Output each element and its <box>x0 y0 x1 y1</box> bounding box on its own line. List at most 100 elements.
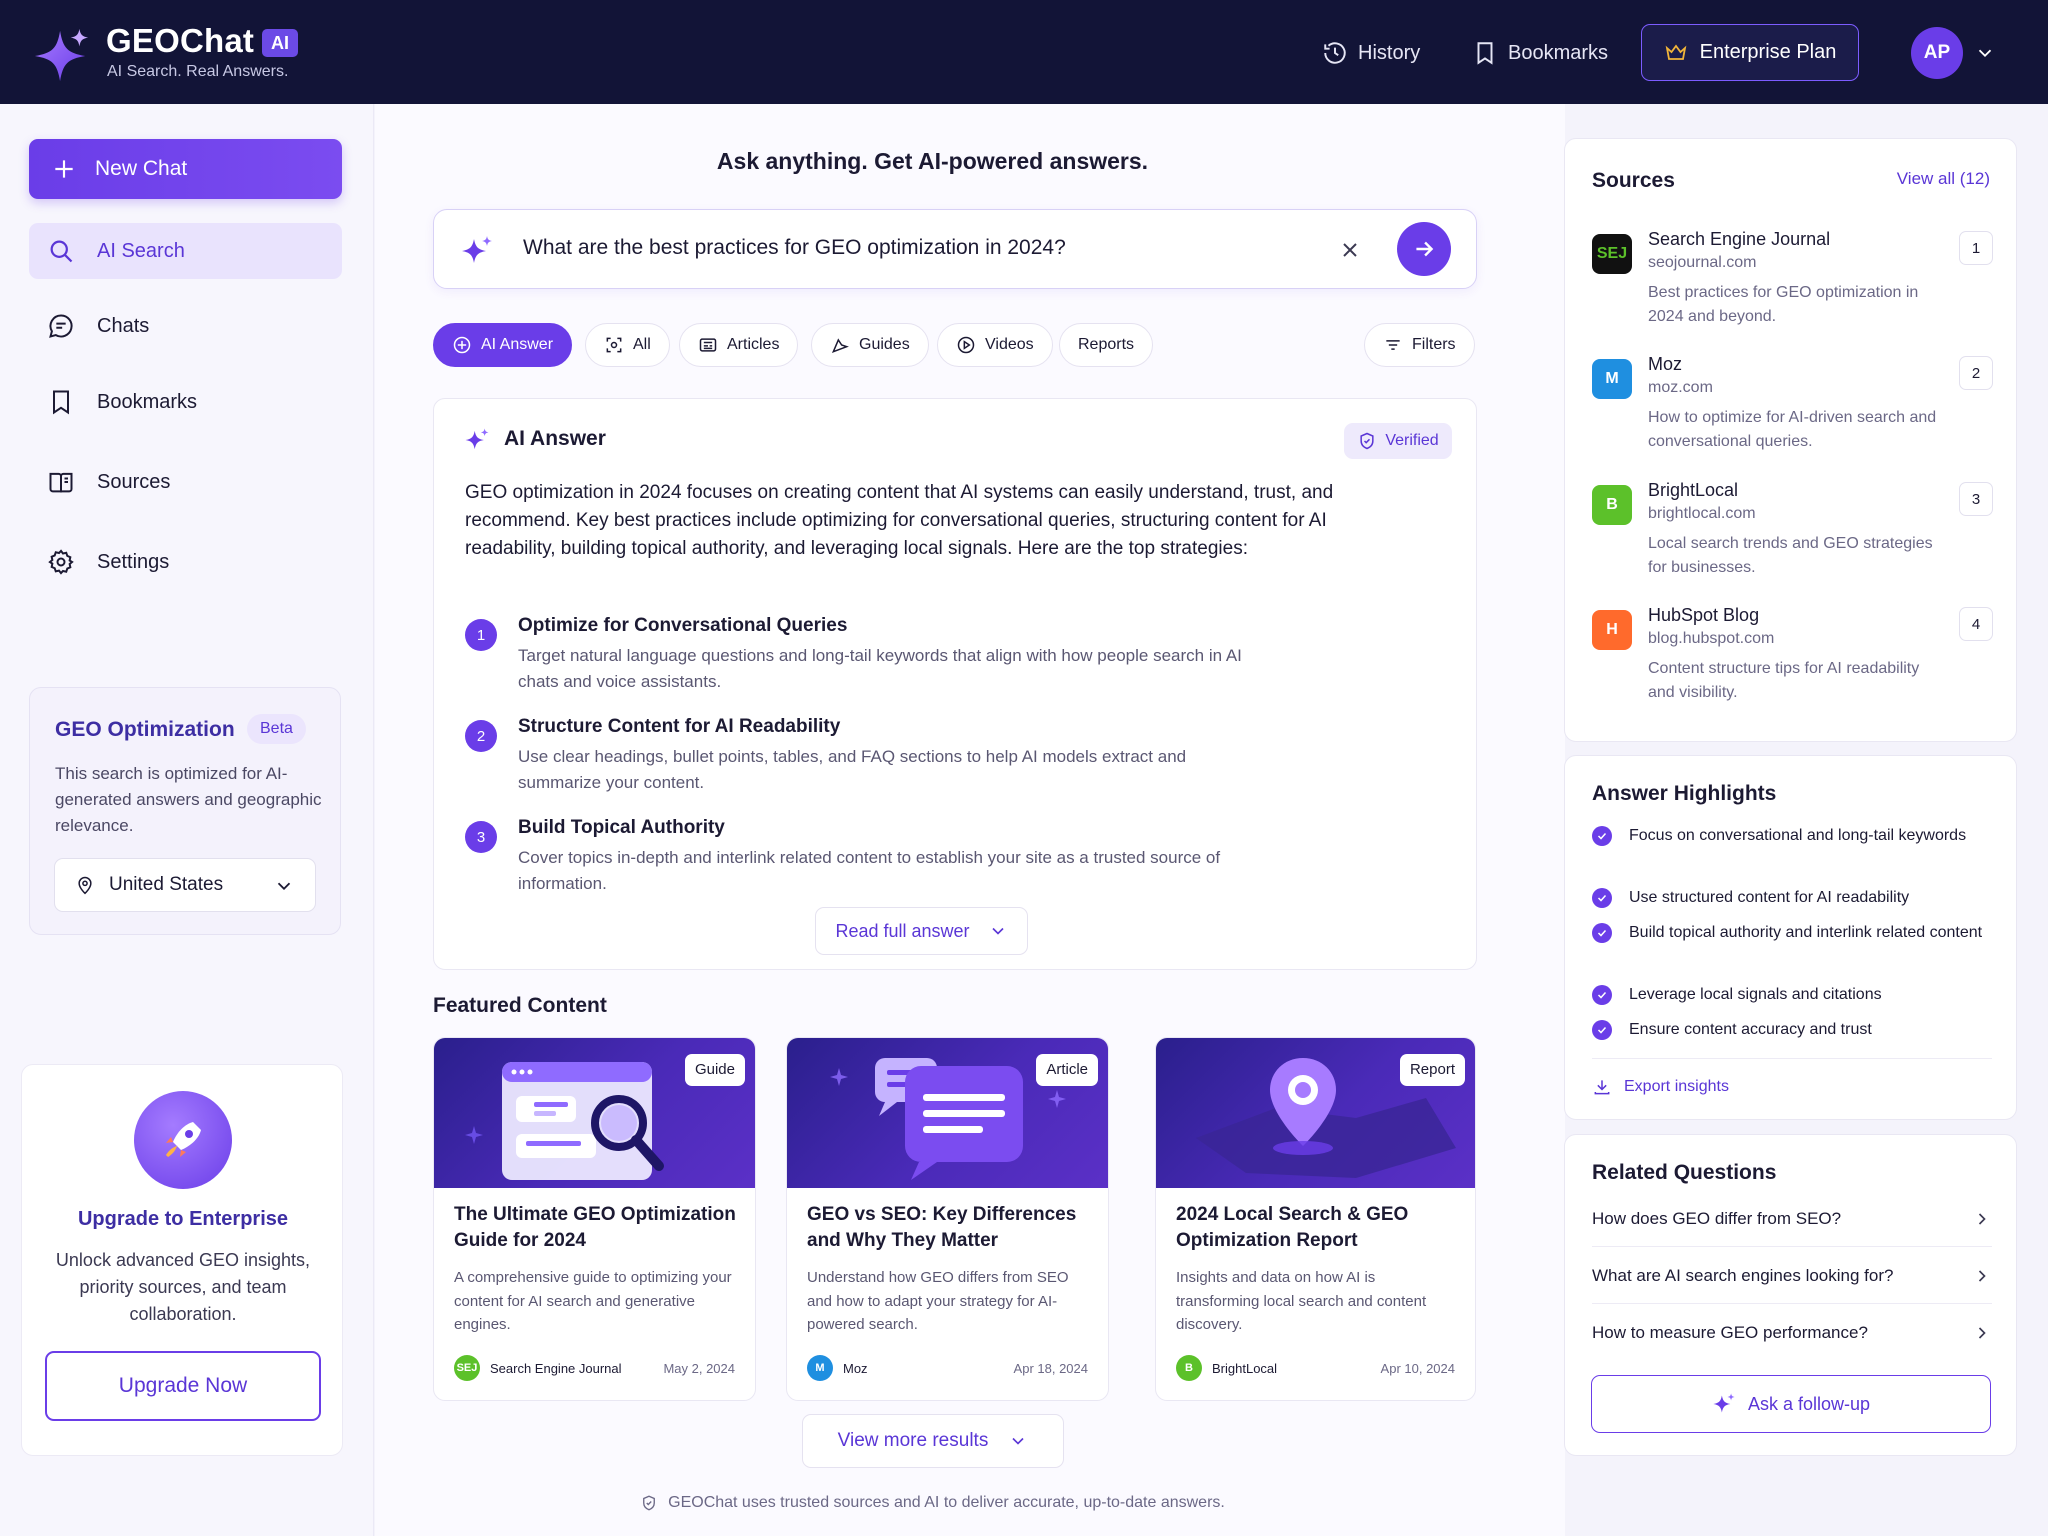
check-circle-icon <box>1592 888 1612 908</box>
view-all-sources-link[interactable]: View all (12) <box>1897 169 1990 189</box>
chevron-down-icon <box>1012 1437 1024 1445</box>
export-insights-link[interactable]: Export insights <box>1592 1077 1729 1097</box>
source-domain: moz.com <box>1648 379 1713 396</box>
source-name: BrightLocal <box>1648 480 1739 500</box>
source-item[interactable]: B BrightLocal brightlocal.com Local sear… <box>1592 480 1993 590</box>
related-question[interactable]: What are AI search engines looking for? <box>1592 1248 1992 1304</box>
location-value: United States <box>109 874 224 895</box>
history-link[interactable]: History <box>1322 36 1420 70</box>
highlight-item: Focus on conversational and long-tail ke… <box>1592 822 1992 849</box>
sources-title: Sources <box>1592 169 1675 192</box>
related-question-text: How to measure GEO performance? <box>1592 1323 1868 1342</box>
sidebar-item-chats[interactable]: Chats <box>29 298 342 354</box>
crown-icon <box>1665 44 1686 60</box>
featured-date: Apr 10, 2024 <box>1380 1361 1455 1376</box>
source-item[interactable]: SEJ Search Engine Journal seojournal.com… <box>1592 229 1993 339</box>
ai-badge: AI <box>262 29 298 57</box>
user-avatar[interactable]: AP <box>1911 27 1963 79</box>
upgrade-title: Upgrade to Enterprise <box>77 1208 289 1230</box>
compass-icon <box>831 338 849 353</box>
source-name: Search Engine Journal <box>490 1360 622 1376</box>
source-name: HubSpot Blog <box>1648 605 1760 625</box>
brand-tagline: AI Search. Real Answers. <box>107 63 289 80</box>
content-type-badge: Article <box>1036 1054 1098 1086</box>
bookmark-icon <box>53 390 69 415</box>
point-title: Build Topical Authority <box>518 817 725 838</box>
shield-check-icon <box>1360 432 1374 450</box>
featured-description: Understand how GEO differs from SEO and … <box>807 1269 1069 1333</box>
source-name: Moz <box>843 1360 868 1376</box>
related-question-text: How does GEO differ from SEO? <box>1592 1208 1842 1228</box>
chevron-right-icon <box>1978 1212 1986 1225</box>
source-item[interactable]: M Moz moz.com How to optimize for AI-dri… <box>1592 354 1993 464</box>
chevron-down-icon[interactable] <box>1974 42 1996 64</box>
search-box[interactable]: What are the best practices for GEO opti… <box>433 209 1477 289</box>
rocket-icon <box>134 1091 232 1189</box>
read-full-answer-button[interactable]: Read full answer <box>815 907 1028 955</box>
verified-label: Verified <box>1385 432 1439 449</box>
tab-label: AI Answer <box>481 336 554 353</box>
filters-button[interactable]: Filters <box>1364 323 1475 367</box>
source-description: How to optimize for AI-driven search and… <box>1648 409 1937 450</box>
ask-follow-up-button[interactable]: Ask a follow-up <box>1591 1375 1991 1433</box>
enterprise-plan-button[interactable]: Enterprise Plan <box>1641 24 1859 81</box>
location-select[interactable]: United States <box>54 858 316 912</box>
plus-icon <box>55 160 73 178</box>
bookmarks-label: Bookmarks <box>1508 41 1609 64</box>
source-description: Local search trends and GEO strategies f… <box>1648 535 1933 576</box>
new-chat-button[interactable]: New Chat <box>29 139 342 199</box>
tab-articles[interactable]: Articles <box>679 323 799 367</box>
tab-all[interactable]: All <box>585 323 670 367</box>
featured-card-article[interactable]: Article GEO vs SEO: Key Differences and … <box>786 1037 1109 1401</box>
tab-ai-answer[interactable]: AI Answer <box>433 323 573 367</box>
featured-card-report[interactable]: Report 2024 Local Search & GEO Optimizat… <box>1155 1037 1476 1401</box>
tab-label: All <box>633 336 651 353</box>
source-item[interactable]: H HubSpot Blog blog.hubspot.com Content … <box>1592 605 1993 715</box>
sidebar-item-settings[interactable]: Settings <box>29 534 342 590</box>
new-chat-label: New Chat <box>95 157 188 180</box>
geo-optimization-card: GEO Optimization Beta This search is opt… <box>29 687 341 935</box>
featured-date: Apr 18, 2024 <box>1013 1361 1088 1376</box>
beta-badge: Beta <box>247 714 306 744</box>
source-description: Content structure tips for AI readabilit… <box>1648 660 1920 701</box>
chevron-down-icon <box>991 927 1004 935</box>
source-index: 2 <box>1959 356 1993 390</box>
sidebar-item-label: Chats <box>97 314 150 337</box>
source-logo-icon: SEJ <box>454 1355 480 1381</box>
chevron-down-icon <box>277 882 291 891</box>
point-number: 3 <box>465 821 497 853</box>
tab-guides[interactable]: Guides <box>811 323 929 367</box>
page-headline: Ask anything. Get AI-powered answers. <box>716 148 1149 174</box>
chevron-right-icon <box>1978 1327 1986 1339</box>
submit-search-button[interactable] <box>1397 222 1451 276</box>
sidebar-item-bookmarks[interactable]: Bookmarks <box>29 374 342 430</box>
main-content: Ask anything. Get AI-powered answers. Wh… <box>375 104 1565 1536</box>
search-input[interactable]: What are the best practices for GEO opti… <box>523 236 1066 260</box>
bookmarks-link[interactable]: Bookmarks <box>1472 36 1608 70</box>
highlight-text: Leverage local signals and citations <box>1629 986 1882 1003</box>
highlight-item: Build topical authority and interlink re… <box>1592 919 1992 946</box>
tab-reports[interactable]: Reports <box>1059 323 1154 367</box>
source-logo-icon: H <box>1592 610 1632 650</box>
sidebar-item-ai-search[interactable]: AI Search <box>29 223 342 279</box>
featured-source: SEJ Search Engine Journal <box>454 1355 622 1381</box>
answer-point: 2 Structure Content for AI Readability U… <box>465 716 1305 796</box>
view-more-results-button[interactable]: View more results <box>802 1414 1064 1468</box>
source-logo-icon: SEJ <box>1592 234 1632 274</box>
close-icon[interactable] <box>1338 238 1362 262</box>
highlight-text: Build topical authority and interlink re… <box>1629 924 1983 941</box>
tab-videos[interactable]: Videos <box>937 323 1053 367</box>
sidebar-item-sources[interactable]: Sources <box>29 454 342 510</box>
upgrade-now-button[interactable]: Upgrade Now <box>45 1351 321 1421</box>
point-description: Use clear headings, bullet points, table… <box>518 747 1187 792</box>
sparkle-circle-icon <box>453 336 471 354</box>
footer-note: GEOChat uses trusted sources and AI to d… <box>375 1494 1490 1512</box>
related-question[interactable]: How does GEO differ from SEO? <box>1592 1191 1992 1247</box>
read-full-label: Read full answer <box>835 920 970 941</box>
featured-title: The Ultimate GEO Optimization Guide for … <box>454 1204 736 1251</box>
featured-card-guide[interactable]: Guide The Ultimate GEO Optimization Guid… <box>433 1037 756 1401</box>
follow-up-label: Ask a follow-up <box>1747 1393 1871 1414</box>
enterprise-plan-label: Enterprise Plan <box>1699 41 1837 63</box>
related-question[interactable]: How to measure GEO performance? <box>1592 1305 1992 1361</box>
location-pin-icon <box>78 876 92 895</box>
